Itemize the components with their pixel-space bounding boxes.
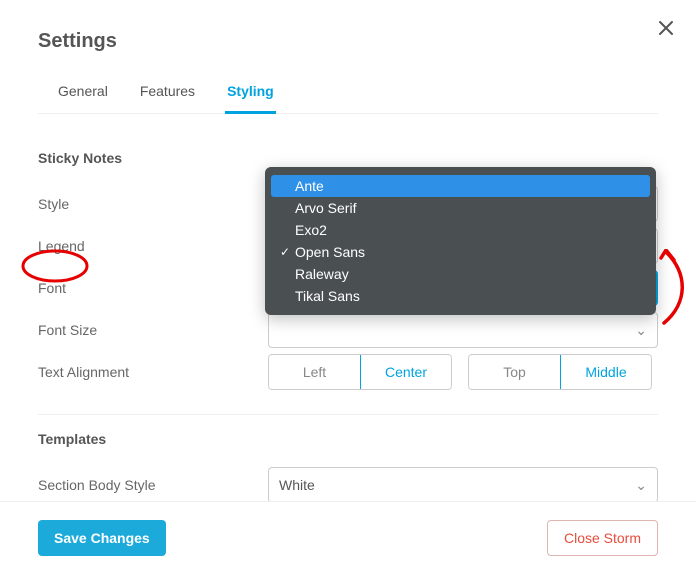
font-option-label: Arvo Serif <box>295 200 646 216</box>
label-font: Font <box>38 280 268 296</box>
section-body-style-select[interactable]: White ⌄ <box>268 467 658 503</box>
font-option[interactable]: Tikal Sans <box>271 285 650 307</box>
font-option[interactable]: Raleway <box>271 263 650 285</box>
label-text-alignment: Text Alignment <box>38 364 268 380</box>
font-size-select[interactable]: ⌄ <box>268 312 658 348</box>
page-title: Settings <box>38 30 658 53</box>
section-body-style-value: White <box>279 477 315 493</box>
label-section-body-style: Section Body Style <box>38 477 268 493</box>
vert-align-group: Top Middle <box>468 354 652 390</box>
font-option-label: Exo2 <box>295 222 646 238</box>
label-style: Style <box>38 196 268 212</box>
align-middle-button[interactable]: Middle <box>560 355 651 389</box>
tab-features[interactable]: Features <box>138 83 197 113</box>
label-legend: Legend <box>38 238 268 254</box>
font-option[interactable]: ✓Open Sans <box>271 241 650 263</box>
chevron-down-icon: ⌄ <box>635 477 647 494</box>
horiz-align-group: Left Center <box>268 354 452 390</box>
font-option-label: Ante <box>295 178 646 194</box>
font-option-label: Open Sans <box>295 244 646 260</box>
chevron-down-icon: ⌄ <box>635 322 647 339</box>
tab-general[interactable]: General <box>56 83 110 113</box>
font-dropdown[interactable]: AnteArvo SerifExo2✓Open SansRalewayTikal… <box>265 167 656 315</box>
align-top-button[interactable]: Top <box>469 355 560 389</box>
section-templates: Templates <box>38 431 658 447</box>
font-option-label: Raleway <box>295 266 646 282</box>
font-option[interactable]: Exo2 <box>271 219 650 241</box>
close-icon[interactable] <box>658 20 674 39</box>
check-icon: ✓ <box>275 245 295 259</box>
tab-styling[interactable]: Styling <box>225 83 276 114</box>
tabs: General Features Styling <box>38 83 658 114</box>
label-font-size: Font Size <box>38 322 268 338</box>
font-option[interactable]: Arvo Serif <box>271 197 650 219</box>
section-sticky-notes: Sticky Notes <box>38 150 658 166</box>
save-button[interactable]: Save Changes <box>38 520 166 556</box>
align-center-button[interactable]: Center <box>360 355 451 389</box>
font-option-label: Tikal Sans <box>295 288 646 304</box>
font-option[interactable]: Ante <box>271 175 650 197</box>
align-left-button[interactable]: Left <box>269 355 360 389</box>
divider <box>38 414 658 415</box>
close-storm-button[interactable]: Close Storm <box>547 520 658 556</box>
